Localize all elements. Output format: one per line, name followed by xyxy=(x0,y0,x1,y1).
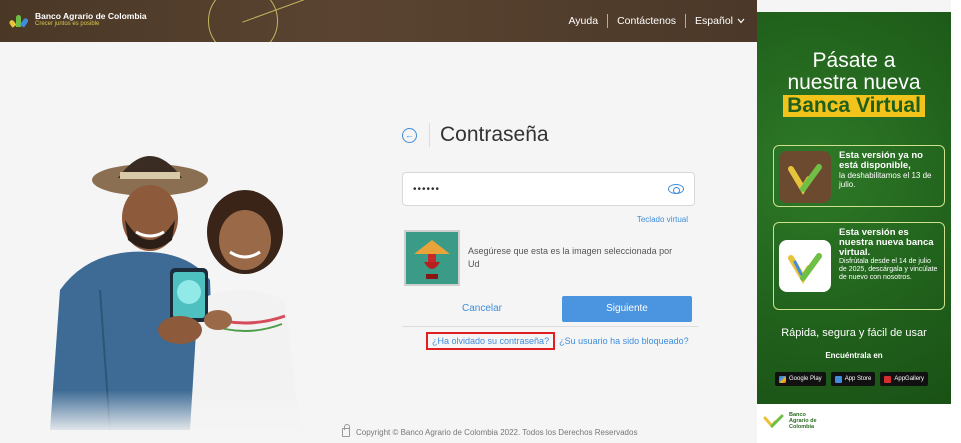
form-header: ← Contraseña xyxy=(402,120,698,150)
promo-headline-line2: nuestra nueva xyxy=(787,71,921,94)
appgallery-badge[interactable]: AppGallery xyxy=(880,372,929,386)
logo-mark-icon xyxy=(8,13,30,28)
store-badges: Google Play App Store AppGallery xyxy=(775,372,929,386)
right-edge xyxy=(951,0,961,443)
new-app-icon xyxy=(779,240,831,292)
copyright-text: Copyright © Banco Agrario de Colombia 20… xyxy=(356,428,638,437)
top-nav: Ayuda Contáctenos Español xyxy=(568,0,745,42)
chevron-down-icon xyxy=(737,18,745,24)
old-app-icon xyxy=(779,151,831,203)
new-version-body: Disfrútala desde el 14 de julio de 2025,… xyxy=(839,258,938,281)
bank-logo-icon xyxy=(763,414,784,428)
promo-headline: Pásate a nuestra nueva Banca Virtual xyxy=(757,50,951,117)
lock-icon xyxy=(342,424,350,437)
divider xyxy=(402,326,698,327)
promo-headline-line1: Pásate a xyxy=(812,49,896,72)
form-actions: Cancelar Siguiente xyxy=(402,296,698,322)
brand-name: Banco Agrario de Colombia xyxy=(35,11,147,21)
new-version-title: Esta versión es nuestra nueva banca virt… xyxy=(839,227,934,258)
promo-footer-logo-text: Banco Agrario de Colombia xyxy=(789,412,817,430)
password-value: •••••• xyxy=(413,183,441,195)
language-selector[interactable]: Español xyxy=(695,15,745,27)
next-button[interactable]: Siguiente xyxy=(562,296,692,322)
old-version-title: Esta versión ya no está disponible, xyxy=(839,150,923,171)
nav-divider xyxy=(685,14,687,28)
app-store-icon xyxy=(834,375,842,383)
google-play-badge[interactable]: Google Play xyxy=(775,372,826,386)
old-version-card: Esta versión ya no está disponible, la d… xyxy=(773,145,945,207)
security-image-message: Asegúrese que esta es la imagen seleccio… xyxy=(468,246,673,269)
back-arrow-icon[interactable]: ← xyxy=(402,127,417,143)
google-play-label: Google Play xyxy=(789,376,822,382)
security-image-row: Asegúrese que esta es la imagen seleccio… xyxy=(404,230,678,286)
show-password-eye-icon[interactable] xyxy=(668,184,684,194)
promo-banner[interactable]: Pásate a nuestra nueva Banca Virtual Est… xyxy=(757,12,951,404)
brand-tagline: Crecer juntos es posible xyxy=(35,21,100,27)
copyright-footer: Copyright © Banco Agrario de Colombia 20… xyxy=(342,424,638,437)
language-label: Español xyxy=(695,15,733,27)
cancel-button[interactable]: Cancelar xyxy=(402,296,562,322)
old-version-body: la deshabilitamos el 13 de julio. xyxy=(839,171,932,189)
promo-headline-highlight: Banca Virtual xyxy=(783,95,925,117)
nav-divider xyxy=(607,14,609,28)
app-store-badge[interactable]: App Store xyxy=(830,372,876,386)
lamp-icon xyxy=(406,232,458,284)
nav-contact-link[interactable]: Contáctenos xyxy=(617,15,676,27)
couple-photo xyxy=(50,156,300,430)
google-play-icon xyxy=(779,375,786,383)
new-version-card: Esta versión es nuestra nueva banca virt… xyxy=(773,222,945,310)
virtual-keyboard-link[interactable]: Teclado virtual xyxy=(637,215,688,224)
top-bar: Banco Agrario de Colombia Crecer juntos … xyxy=(0,0,757,42)
bank-logo[interactable]: Banco Agrario de Colombia Crecer juntos … xyxy=(8,11,147,28)
nav-help-link[interactable]: Ayuda xyxy=(568,15,598,27)
appgallery-icon xyxy=(884,375,892,383)
password-form: ← Contraseña •••••• Teclado virtual Aseg… xyxy=(402,120,698,350)
login-page: Banco Agrario de Colombia Crecer juntos … xyxy=(0,0,961,443)
user-blocked-link[interactable]: ¿Su usuario ha sido bloqueado? xyxy=(559,336,689,346)
promo-footer-logo: Banco Agrario de Colombia xyxy=(763,412,825,430)
appgallery-label: AppGallery xyxy=(894,376,925,382)
security-image xyxy=(404,230,460,286)
page-title: Contraseña xyxy=(429,123,549,147)
help-links: ¿Ha olvidado su contraseña? ¿Su usuario … xyxy=(426,332,689,350)
password-field[interactable]: •••••• xyxy=(402,172,695,206)
find-it-label: Encuéntrala en xyxy=(825,351,883,360)
promo-tagline: Rápida, segura y fácil de usar xyxy=(781,327,927,339)
forgot-password-link[interactable]: ¿Ha olvidado su contraseña? xyxy=(426,332,556,350)
promo-footer: Banco Agrario de Colombia xyxy=(757,404,951,443)
app-store-label: App Store xyxy=(844,376,872,382)
